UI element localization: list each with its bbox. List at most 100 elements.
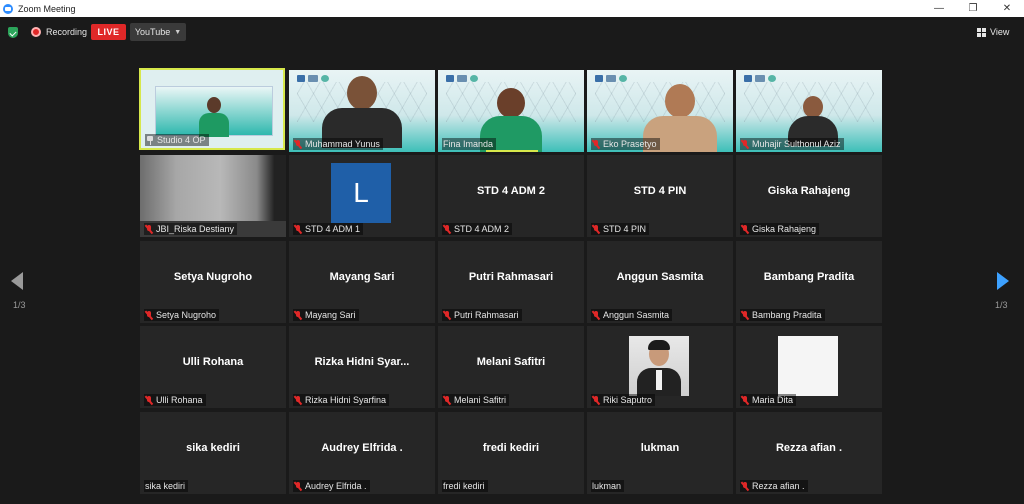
participant-name-tag: Audrey Elfrida . [293, 480, 370, 492]
minimize-button[interactable]: — [922, 0, 956, 17]
participant-name: Muhajir Sulthonul Aziz [752, 139, 841, 149]
meeting-toolbar: Recording LIVE YouTube ▼ View [0, 17, 1024, 47]
stream-target-dropdown[interactable]: YouTube ▼ [130, 23, 186, 41]
participant-display-name: Rezza afian . [775, 442, 843, 454]
participant-name-tag: STD 4 ADM 1 [293, 223, 364, 235]
video-tile-maria-dita[interactable]: Maria Dita [736, 326, 882, 408]
mic-muted-icon [741, 395, 749, 405]
participant-display-name: Anggun Sasmita [616, 271, 704, 283]
participant-name: JBI_Riska Destiany [156, 224, 235, 234]
participant-display-name: lukman [640, 442, 680, 454]
stream-target-label: YouTube [134, 27, 171, 37]
participant-name: Fina Imanda [443, 139, 494, 149]
video-tile-muhajir-sulthonul-aziz[interactable]: Muhajir Sulthonul Aziz [736, 70, 882, 152]
video-tile-std-4-adm-2[interactable]: STD 4 ADM 2 STD 4 ADM 2 [438, 155, 584, 237]
video-tile-ulli-rohana[interactable]: Ulli Rohana Ulli Rohana [140, 326, 286, 408]
participant-name-tag: lukman [591, 480, 625, 492]
participant-name: sika kediri [145, 481, 186, 491]
recording-icon [31, 27, 41, 37]
participant-name-tag: Ulli Rohana [144, 394, 206, 406]
close-button[interactable]: ✕ [990, 0, 1024, 17]
video-tile-studio-4-op[interactable]: Studio 4 OP [139, 68, 285, 150]
view-button[interactable]: View [977, 26, 1009, 38]
video-tile-putri-rahmasari[interactable]: Putri Rahmasari Putri Rahmasari [438, 241, 584, 323]
video-tile-fredi-kediri[interactable]: fredi kediri fredi kediri [438, 412, 584, 494]
video-tile-rezza-afian[interactable]: Rezza afian . Rezza afian . [736, 412, 882, 494]
participant-name: lukman [592, 481, 622, 491]
participant-name: Rezza afian . [752, 481, 805, 491]
video-tile-giska-rahajeng[interactable]: Giska Rahajeng Giska Rahajeng [736, 155, 882, 237]
participant-name-tag: Riki Saputro [591, 394, 656, 406]
mic-muted-icon [592, 224, 600, 234]
security-shield-icon[interactable] [8, 27, 18, 38]
participant-name: Muhammad Yunus [305, 139, 380, 149]
video-tile-mayang-sari[interactable]: Mayang Sari Mayang Sari [289, 241, 435, 323]
next-page-arrow-icon[interactable] [997, 272, 1009, 290]
participant-name-tag: Mayang Sari [293, 309, 359, 321]
mic-muted-icon [592, 310, 600, 320]
participant-name-tag: Giska Rahajeng [740, 223, 820, 235]
window-controls: — ❐ ✕ [922, 0, 1024, 17]
recording-label: Recording [46, 27, 88, 37]
mic-muted-icon [443, 395, 451, 405]
title-bar: Zoom Meeting — ❐ ✕ [0, 0, 1024, 17]
participant-display-name: fredi kediri [482, 442, 540, 454]
zoom-app-icon [3, 3, 13, 14]
video-tile-melani-safitri[interactable]: Melani Safitri Melani Safitri [438, 326, 584, 408]
restore-button[interactable]: ❐ [956, 0, 990, 17]
participant-display-name: STD 4 ADM 2 [476, 185, 546, 197]
participant-name-tag: Bambang Pradita [740, 309, 825, 321]
participant-display-name: Setya Nugroho [173, 271, 253, 283]
video-tile-jbi-riska-destiany[interactable]: JBI_Riska Destiany [140, 155, 286, 237]
mic-muted-icon [145, 224, 153, 234]
participant-name: Riki Saputro [603, 395, 653, 405]
video-tile-sika-kediri[interactable]: sika kediri sika kediri [140, 412, 286, 494]
mic-muted-icon [592, 395, 600, 405]
mic-muted-icon [294, 224, 302, 234]
participant-name-tag: Putri Rahmasari [442, 309, 522, 321]
mic-muted-icon [145, 395, 153, 405]
mic-muted-icon [741, 310, 749, 320]
video-tile-std-4-pin[interactable]: STD 4 PIN STD 4 PIN [587, 155, 733, 237]
video-tile-setya-nugroho[interactable]: Setya Nugroho Setya Nugroho [140, 241, 286, 323]
participant-name-tag: sika kediri [144, 480, 189, 492]
video-tile-bambang-pradita[interactable]: Bambang Pradita Bambang Pradita [736, 241, 882, 323]
participant-display-name: Melani Safitri [476, 356, 546, 368]
participant-name: Ulli Rohana [156, 395, 203, 405]
participant-name-tag: fredi kediri [442, 480, 488, 492]
video-tile-riki-saputro[interactable]: Riki Saputro [587, 326, 733, 408]
window-title: Zoom Meeting [18, 3, 76, 14]
participant-display-name: sika kediri [186, 442, 240, 454]
video-tile-eko-prasetyo[interactable]: Eko Prasetyo [587, 70, 733, 152]
participant-name: fredi kediri [443, 481, 485, 491]
participant-name-tag: Rizka Hidni Syarfina [293, 394, 390, 406]
video-tile-audrey-elfrida[interactable]: Audrey Elfrida . Audrey Elfrida . [289, 412, 435, 494]
participant-name: STD 4 PIN [603, 224, 647, 234]
participant-display-name: Ulli Rohana [182, 356, 244, 368]
video-tile-lukman[interactable]: lukman lukman [587, 412, 733, 494]
video-tile-rizka-hidni-syarfina[interactable]: Rizka Hidni Syar... Rizka Hidni Syarfina [289, 326, 435, 408]
mic-muted-icon [592, 139, 600, 149]
video-tile-std-4-adm-1[interactable]: L STD 4 ADM 1 [289, 155, 435, 237]
participant-display-name: Giska Rahajeng [767, 185, 851, 197]
participant-name-tag: Muhammad Yunus [293, 138, 383, 150]
mic-muted-icon [443, 310, 451, 320]
mic-muted-icon [741, 481, 749, 491]
video-tile-muhammad-yunus[interactable]: Muhammad Yunus [289, 70, 435, 152]
profile-photo [629, 336, 689, 396]
view-label: View [990, 27, 1010, 37]
live-badge: LIVE [91, 24, 126, 40]
previous-page-arrow-icon[interactable] [11, 272, 23, 290]
video-tile-anggun-sasmita[interactable]: Anggun Sasmita Anggun Sasmita [587, 241, 733, 323]
video-tile-fina-imanda[interactable]: Fina Imanda [438, 70, 584, 152]
participant-name-tag: Muhajir Sulthonul Aziz [740, 138, 844, 150]
mic-muted-icon [294, 310, 302, 320]
participant-name: Putri Rahmasari [454, 310, 519, 320]
profile-photo [778, 336, 838, 396]
participant-name-tag: Fina Imanda [442, 138, 497, 150]
participant-name: Melani Safitri [454, 395, 507, 405]
participant-name: Setya Nugroho [156, 310, 217, 320]
participant-display-name: Mayang Sari [329, 271, 395, 283]
participant-display-name: Putri Rahmasari [468, 271, 554, 283]
mic-muted-icon [294, 395, 302, 405]
